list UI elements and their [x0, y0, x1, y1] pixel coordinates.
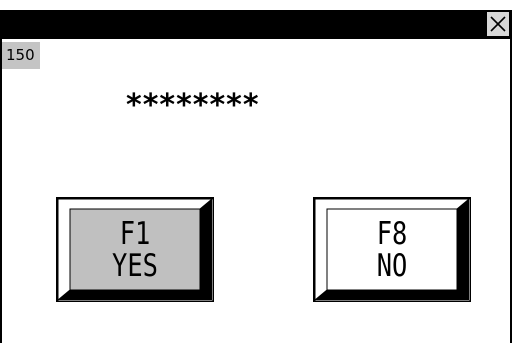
yes-label: YES: [112, 247, 158, 284]
yes-button[interactable]: F1 YES: [56, 197, 214, 302]
close-button[interactable]: [486, 11, 510, 37]
no-label: NO: [376, 247, 408, 284]
yes-key-label: F1: [119, 215, 151, 252]
no-button[interactable]: F8 NO: [313, 197, 471, 302]
password-mask-display: ********: [126, 88, 260, 123]
yes-button-face: F1 YES: [82, 209, 189, 290]
close-icon: [490, 16, 506, 32]
no-key-label: F8: [376, 215, 408, 252]
no-button-face: F8 NO: [339, 209, 446, 290]
screen-number: 150: [2, 42, 40, 69]
title-bar: [0, 10, 512, 39]
